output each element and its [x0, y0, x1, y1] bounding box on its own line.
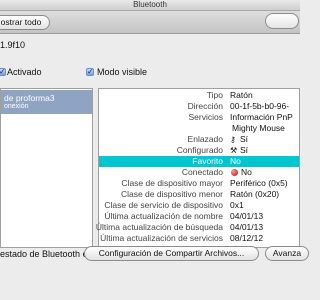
detail-value: Ratón [230, 90, 253, 100]
pairing-key-icon: ⚷ [230, 135, 236, 144]
modo-visible-checkbox[interactable]: ✓ [86, 68, 94, 76]
detail-row-configurado: Configurado ⚒ Sí [99, 145, 299, 156]
activado-label: Activado [7, 67, 42, 77]
detail-row-actualizacion-busqueda: Última actualización de búsqueda 04/01/1… [95, 222, 299, 233]
detail-value: Mighty Mouse [232, 123, 285, 133]
detail-row-conectado: Conectado No [99, 167, 299, 178]
activado-checkbox[interactable]: ✓ [0, 68, 6, 76]
advanced-button[interactable]: Avanza [265, 246, 309, 261]
window-title: Bluetooth [133, 0, 167, 9]
detail-row-favorito: Favorito No [99, 156, 299, 167]
detail-key: Conectado [181, 167, 223, 177]
detail-value: Información PnP [230, 112, 293, 122]
modo-visible-label: Modo visible [97, 67, 148, 77]
detail-value: 0x1 [230, 200, 244, 210]
detail-row-actualizacion-servicios: Última actualización de servicios 08/12/… [99, 233, 299, 244]
detail-value: Sí [240, 134, 249, 144]
detail-row-enlazado: Enlazado ⚷ Sí [99, 134, 299, 145]
red-status-dot-icon [231, 169, 238, 176]
detail-key: Última actualización de búsqueda [95, 222, 223, 232]
tools-icon: ⚒ [230, 146, 238, 155]
device-list[interactable]: de proforma3 onexión [0, 88, 93, 248]
detail-row-actualizacion-nombre: Última actualización de nombre 04/01/13 [99, 211, 299, 222]
detail-key: Última actualización de nombre [104, 211, 223, 221]
detail-row-clase-servicio: Clase de servicio de dispositivo 0x1 [99, 200, 299, 211]
file-sharing-settings-button[interactable]: Configuración de Compartir Archivos... [84, 246, 259, 261]
show-all-button[interactable]: ostrar todo [0, 15, 50, 30]
detail-value: 00-1f-5b-b0-96- [230, 101, 290, 111]
detail-value: 04/01/13 [230, 211, 264, 221]
detail-key: Configurado [176, 145, 223, 155]
detail-value: No [230, 156, 241, 166]
detail-row-direccion: Dirección 00-1f-5b-b0-96- [99, 101, 299, 112]
detail-key: Enlazado [187, 134, 223, 144]
title-bar: Bluetooth [0, 0, 300, 11]
version-label: 1.9f10 [0, 40, 26, 50]
detail-key: Dirección [187, 101, 223, 111]
detail-row-clase-mayor: Clase de dispositivo mayor Periférico (0… [99, 178, 299, 189]
detail-key: Favorito [192, 156, 223, 166]
detail-value: No [241, 167, 252, 177]
toolbar-toggle-button[interactable] [265, 13, 299, 29]
device-details-panel: Tipo Ratón Dirección 00-1f-5b-b0-96- Ser… [95, 88, 300, 248]
detail-key: Servicios [188, 112, 223, 122]
device-connection-status: onexión [4, 103, 29, 110]
detail-key: Tipo [206, 90, 223, 100]
detail-key: Última actualización de servicios [100, 233, 223, 243]
detail-key: Clase de servicio de dispositivo [104, 200, 223, 210]
detail-value: Sí [240, 145, 249, 155]
detail-value: Periférico (0x5) [230, 178, 288, 188]
detail-row-servicios: Servicios Información PnP [99, 112, 299, 123]
device-list-item[interactable]: de proforma3 onexión [1, 90, 92, 114]
device-name: de proforma3 [4, 93, 55, 103]
toolbar: ostrar todo [0, 11, 300, 34]
detail-value: 04/01/13 [230, 222, 264, 232]
detail-key: Clase de dispositivo mayor [121, 178, 223, 188]
detail-row-tipo: Tipo Ratón [99, 90, 299, 101]
detail-row-clase-menor: Clase de dispositivo menor Ratón (0x20) [99, 189, 299, 200]
detail-row-servicios-2: Mighty Mouse [99, 123, 299, 134]
detail-value: 08/12/12 [230, 233, 264, 243]
detail-value: Ratón (0x20) [230, 189, 280, 199]
detail-key: Clase de dispositivo menor [120, 189, 223, 199]
